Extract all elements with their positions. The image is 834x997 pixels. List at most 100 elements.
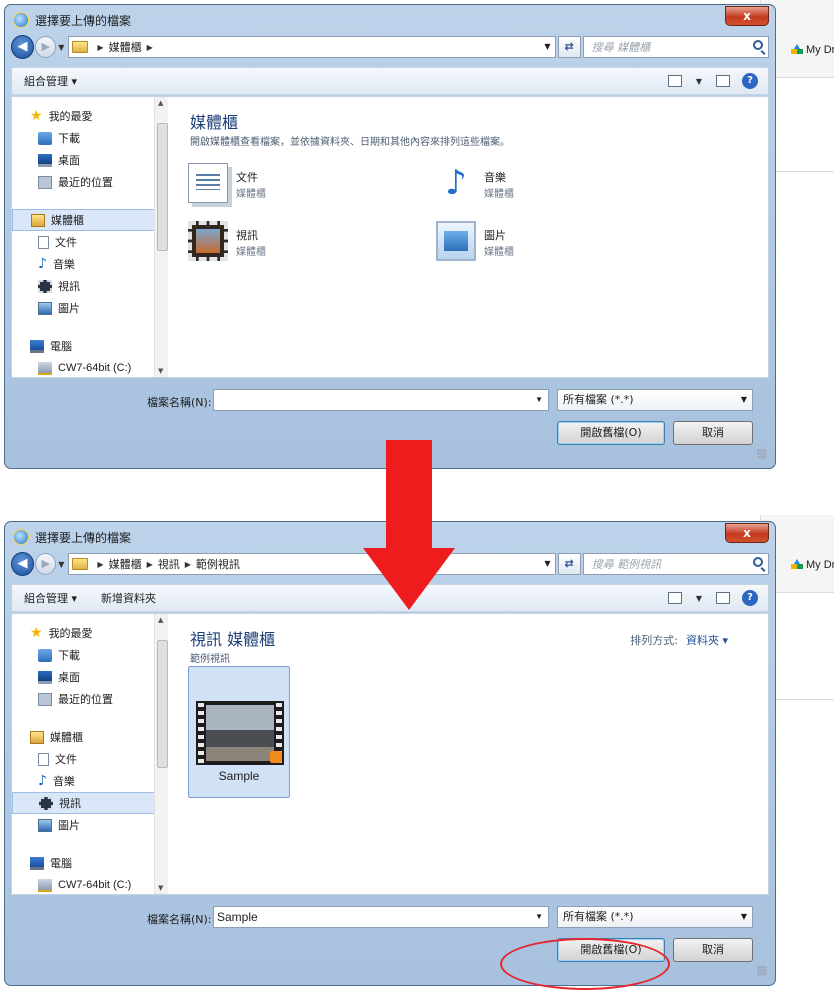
view-icon[interactable] [667, 75, 682, 87]
computer-icon [30, 339, 44, 353]
breadcrumb-libraries[interactable]: 媒體櫃 [109, 39, 142, 55]
preview-pane-icon[interactable] [716, 75, 730, 87]
address-dropdown[interactable]: ▼ [544, 559, 550, 568]
download-icon [38, 648, 52, 662]
filetype-select[interactable]: 所有檔案 (*.*) ▼ [557, 906, 753, 928]
nav-item-recent[interactable]: 最近的位置 [12, 688, 168, 710]
nav-item-pictures[interactable]: 圖片 [12, 814, 168, 836]
document-icon [38, 235, 49, 249]
transition-arrow [363, 440, 455, 610]
nav-item-downloads[interactable]: 下載 [12, 127, 168, 149]
close-button[interactable]: x [725, 523, 769, 543]
nav-item-desktop[interactable]: 桌面 [12, 149, 168, 171]
open-button[interactable]: 開啟舊檔(O) [557, 421, 665, 445]
resize-grip[interactable] [757, 449, 767, 459]
library-tile-music[interactable]: ♪ 音樂 媒體櫃 [436, 163, 656, 209]
nav-item-drive[interactable]: CW7-64bit (C:) [12, 357, 168, 377]
nav-item-favorites[interactable]: ★ 我的最愛 [12, 105, 168, 127]
address-bar[interactable]: ▶ 媒體櫃 ▶ ▼ [68, 36, 556, 58]
titlebar[interactable]: 選擇要上傳的檔案 x [5, 5, 775, 35]
organize-button[interactable]: 組合管理 ▾ [24, 73, 77, 89]
library-icon [30, 730, 44, 744]
nav-item-music[interactable]: ♪ 音樂 [12, 253, 168, 275]
refresh-icon[interactable]: ⇄ [557, 553, 581, 575]
content-description: 範例視訊 [190, 654, 230, 665]
folder-icon [72, 41, 89, 53]
breadcrumb-libraries[interactable]: 媒體櫃 [109, 556, 142, 572]
nav-item-documents[interactable]: 文件 [12, 748, 168, 770]
search-icon[interactable] [753, 557, 763, 567]
google-drive-icon [791, 44, 803, 54]
filename-dropdown[interactable]: ▼ [535, 390, 543, 410]
content-pane: 媒體櫃 開啟媒體櫃查看檔案，並依據資料夾、日期和其他內容來排列這些檔案。 文件媒… [182, 97, 768, 377]
picture-icon [436, 221, 476, 261]
view-dropdown[interactable]: ▼ [696, 594, 702, 603]
recent-places-icon [38, 175, 52, 189]
nav-item-music[interactable]: ♪ 音樂 [12, 770, 168, 792]
nav-item-desktop[interactable]: 桌面 [12, 666, 168, 688]
nav-item-videos[interactable]: 視訊 [12, 275, 168, 297]
forward-arrow-icon[interactable]: ▶ [35, 36, 57, 58]
video-thumbnail [196, 701, 284, 765]
nav-scrollbar[interactable]: ▲ ▼ [154, 97, 168, 377]
address-bar[interactable]: ▶ 媒體櫃 ▶ 視訊 ▶ 範例視訊 ▼ [68, 553, 556, 575]
cancel-button[interactable]: 取消 [673, 938, 753, 962]
search-icon[interactable] [753, 40, 763, 50]
nav-item-videos[interactable]: 視訊 [12, 792, 168, 814]
filename-input[interactable]: ▼ [213, 389, 549, 411]
search-input[interactable]: 搜尋 媒體櫃 [582, 36, 769, 58]
help-icon[interactable]: ? [742, 590, 758, 606]
content-pane: 視訊 媒體櫃 範例視訊 排列方式: 資料夾 ▾ Sample [182, 614, 768, 894]
arrange-by: 排列方式: 資料夾 ▾ [630, 634, 728, 647]
star-icon: ★ [30, 624, 43, 641]
nav-item-computer[interactable]: 電腦 [12, 335, 168, 357]
search-input[interactable]: 搜尋 範例視訊 [582, 553, 769, 575]
organize-button[interactable]: 組合管理 ▾ [24, 590, 77, 606]
library-tile-documents[interactable]: 文件 媒體櫃 [188, 163, 408, 209]
library-tile-pictures[interactable]: 圖片 媒體櫃 [436, 221, 656, 267]
back-arrow-icon[interactable]: ◀ [11, 552, 35, 576]
filename-label: 檔案名稱(N): [147, 913, 212, 926]
new-folder-button[interactable]: 新增資料夾 [101, 590, 156, 606]
music-icon: ♪ [38, 772, 47, 789]
close-button[interactable]: x [725, 6, 769, 26]
resize-grip[interactable] [757, 966, 767, 976]
view-dropdown[interactable]: ▼ [696, 77, 702, 86]
breadcrumb-sample-videos[interactable]: 範例視訊 [196, 556, 240, 572]
nav-item-documents[interactable]: 文件 [12, 231, 168, 253]
nav-item-computer[interactable]: 電腦 [12, 852, 168, 874]
library-tile-videos[interactable]: 視訊 媒體櫃 [188, 221, 408, 267]
recent-locations-dropdown[interactable]: ▼ [58, 560, 64, 569]
filename-dropdown[interactable]: ▼ [535, 907, 543, 927]
recent-locations-dropdown[interactable]: ▼ [58, 43, 64, 52]
download-icon [38, 131, 52, 145]
address-dropdown[interactable]: ▼ [544, 42, 550, 51]
google-drive-tab[interactable]: My Dri [791, 44, 834, 56]
play-icon [270, 751, 282, 763]
nav-item-pictures[interactable]: 圖片 [12, 297, 168, 319]
nav-item-libraries[interactable]: 媒體櫃 [12, 726, 168, 748]
filename-input[interactable]: Sample ▼ [213, 906, 549, 928]
google-drive-tab[interactable]: My Dri [791, 559, 834, 571]
view-icon[interactable] [667, 592, 682, 604]
address-row: ◀ ▶ ▼ ▶ 媒體櫃 ▶ ▼ ⇄ 搜尋 媒體櫃 [5, 35, 775, 59]
file-item-sample[interactable]: Sample [188, 666, 290, 798]
back-arrow-icon[interactable]: ◀ [11, 35, 35, 59]
help-icon[interactable]: ? [742, 73, 758, 89]
scrollbar-thumb[interactable] [157, 123, 168, 251]
refresh-icon[interactable]: ⇄ [557, 36, 581, 58]
nav-item-recent[interactable]: 最近的位置 [12, 171, 168, 193]
nav-item-libraries[interactable]: 媒體櫃 [12, 209, 168, 231]
scrollbar-thumb[interactable] [157, 640, 168, 768]
filetype-select[interactable]: 所有檔案 (*.*) ▼ [557, 389, 753, 411]
ie-icon [13, 12, 29, 28]
cancel-button[interactable]: 取消 [673, 421, 753, 445]
forward-arrow-icon[interactable]: ▶ [35, 553, 57, 575]
nav-item-drive[interactable]: CW7-64bit (C:) [12, 874, 168, 894]
nav-scrollbar[interactable]: ▲ ▼ [154, 614, 168, 894]
preview-pane-icon[interactable] [716, 592, 730, 604]
arrange-by-dropdown[interactable]: 資料夾 ▾ [686, 634, 728, 647]
breadcrumb-videos[interactable]: 視訊 [158, 556, 180, 572]
nav-item-favorites[interactable]: ★ 我的最愛 [12, 622, 168, 644]
nav-item-downloads[interactable]: 下載 [12, 644, 168, 666]
